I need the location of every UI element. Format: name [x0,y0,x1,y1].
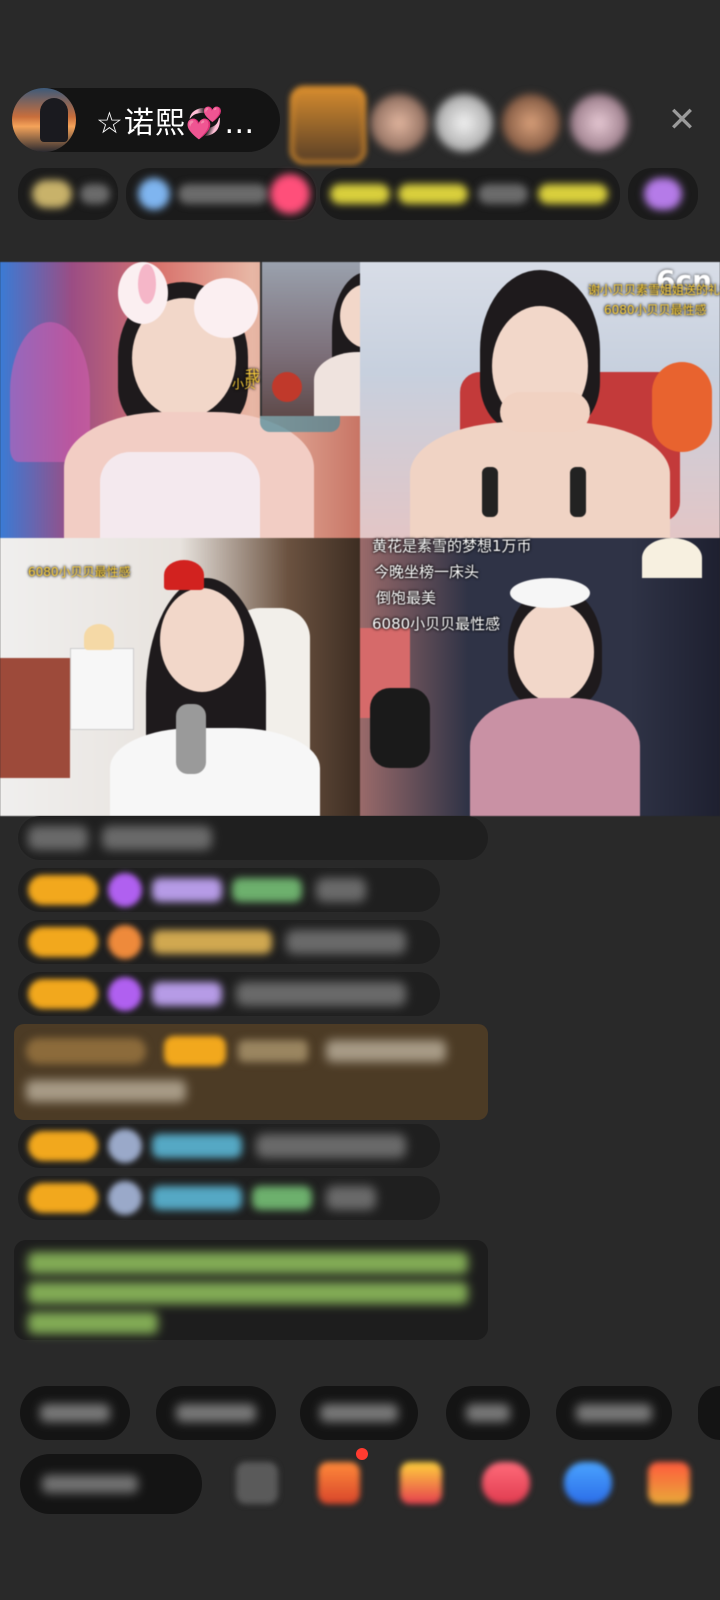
gift-notification [14,1024,488,1120]
interact-icon[interactable] [564,1462,612,1504]
tile-2-caption: 小贝 [232,377,257,391]
quick-reply-chip[interactable] [446,1386,530,1440]
chat-message [18,920,440,964]
viewer-avatar[interactable] [435,94,493,152]
host-badges-row[interactable] [18,168,698,220]
viewer-avatar[interactable] [502,94,560,152]
host-info-pill[interactable]: ☆诺熙💞… [12,88,280,152]
quick-reply-chip[interactable] [156,1386,276,1440]
top-viewers-list[interactable] [290,84,650,164]
host-avatar[interactable] [12,88,76,152]
chat-input[interactable] [20,1454,202,1514]
tile-3-caption: 谢小贝贝素雪姐姐送的礼物 [588,283,720,297]
tile-5-caption: 6080小贝贝最性感 [372,615,501,633]
viewer-avatar[interactable] [570,94,628,152]
viewer-avatar[interactable] [290,86,366,164]
gift-icon[interactable] [648,1462,690,1504]
chat-message [18,1124,440,1168]
tile-5-caption: 今晚坐榜一床头 [374,563,480,581]
chat-message [18,816,488,860]
shop-icon[interactable] [400,1462,442,1504]
system-notice [14,1240,488,1340]
game-icon[interactable] [482,1462,530,1504]
quick-reply-chip[interactable] [698,1386,720,1440]
tile-3-caption: 6080小贝贝最性感 [604,303,707,317]
viewer-avatar[interactable] [370,94,428,152]
quick-reply-chip[interactable] [20,1386,130,1440]
close-icon[interactable]: ✕ [662,100,702,140]
notification-dot [356,1448,368,1460]
chat-message [18,972,440,1016]
quick-reply-chip[interactable] [300,1386,418,1440]
chat-feed[interactable] [0,816,720,1376]
emoji-icon[interactable] [236,1462,278,1504]
live-video-grid[interactable]: 我 小贝 6cn 谢小贝贝素雪姐姐送的礼物 6080小贝贝最性感 6080小贝贝… [0,262,720,816]
chat-message [18,1176,440,1220]
tile-5-caption: 黄花是素雪的梦想1万币 [372,537,532,555]
quick-reply-chip[interactable] [556,1386,672,1440]
tile-5-caption: 倒饱最美 [376,589,437,607]
chat-message [18,868,440,912]
tile-4-caption: 6080小贝贝最性感 [28,565,131,579]
host-name: ☆诺熙💞… [96,106,256,141]
gift-box-icon[interactable] [318,1462,360,1504]
